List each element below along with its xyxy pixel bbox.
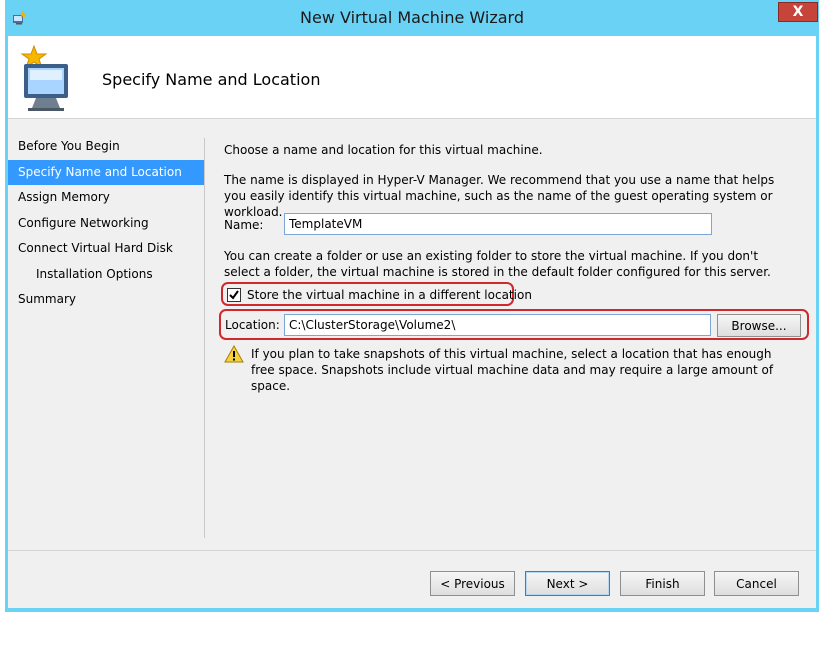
page-title: Specify Name and Location (102, 70, 321, 89)
name-label: Name: (224, 218, 264, 232)
name-input[interactable] (284, 213, 712, 235)
nav-divider (204, 138, 205, 538)
step-before-you-begin[interactable]: Before You Begin (8, 134, 204, 160)
step-summary[interactable]: Summary (8, 287, 204, 313)
close-button[interactable]: X (778, 2, 818, 22)
title-bar[interactable]: New Virtual Machine Wizard X (5, 0, 819, 36)
wizard-client-area: Specify Name and Location Before You Beg… (8, 36, 816, 608)
location-label: Location: (225, 318, 280, 332)
intro-text: Choose a name and location for this virt… (224, 143, 543, 157)
folder-help-text: You can create a folder or use an existi… (224, 249, 771, 279)
step-configure-networking[interactable]: Configure Networking (8, 211, 204, 237)
new-vm-icon (14, 42, 78, 114)
wizard-header: Specify Name and Location (8, 36, 816, 119)
cancel-button[interactable]: Cancel (714, 571, 799, 596)
store-location-label[interactable]: Store the virtual machine in a different… (247, 288, 532, 302)
step-connect-virtual-hard-disk[interactable]: Connect Virtual Hard Disk (8, 236, 204, 262)
step-specify-name-location[interactable]: Specify Name and Location (8, 159, 204, 185)
step-installation-options[interactable]: Installation Options (8, 262, 204, 288)
window-title: New Virtual Machine Wizard (300, 8, 524, 27)
warning-icon (224, 344, 244, 363)
store-location-checkbox[interactable] (227, 288, 241, 302)
snapshot-warning-text: If you plan to take snapshots of this vi… (251, 347, 774, 393)
location-input[interactable] (284, 314, 711, 336)
wizard-steps-nav: Before You Begin Specify Name and Locati… (8, 134, 204, 313)
footer-divider (8, 550, 816, 551)
finish-button[interactable]: Finish (620, 571, 705, 596)
previous-button[interactable]: < Previous (430, 571, 515, 596)
next-button[interactable]: Next > (525, 571, 610, 596)
step-assign-memory[interactable]: Assign Memory (8, 185, 204, 211)
browse-button[interactable]: Browse... (717, 314, 801, 337)
wizard-window: New Virtual Machine Wizard X Specify Nam… (5, 0, 819, 612)
